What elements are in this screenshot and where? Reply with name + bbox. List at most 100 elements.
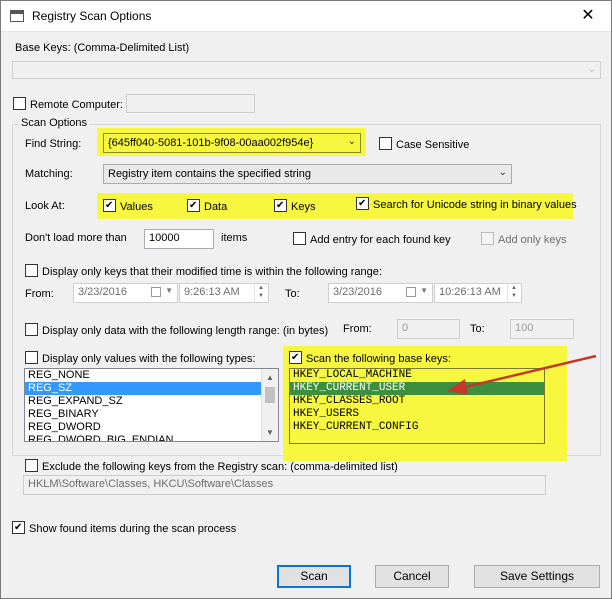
- from-time-value: 9:26:13 AM: [184, 286, 240, 298]
- annotation-arrow-head: [447, 379, 468, 395]
- cancel-button[interactable]: Cancel: [375, 565, 449, 588]
- matching-label: Matching:: [25, 168, 73, 180]
- to-date-picker[interactable]: 3/23/2016 ▼: [328, 283, 433, 303]
- value-type-item[interactable]: REG_SZ: [25, 382, 278, 395]
- time-range-label: Display only keys that their modified ti…: [42, 266, 382, 278]
- chevron-down-icon[interactable]: ⌄: [499, 167, 507, 178]
- exclude-checkbox[interactable]: [25, 459, 38, 472]
- add-only-keys-label: Add only keys: [498, 234, 567, 246]
- look-at-data-label: Data: [204, 201, 228, 213]
- value-types-listbox[interactable]: REG_NONE REG_SZ REG_EXPAND_SZ REG_BINARY REG…: [24, 368, 279, 442]
- scan-options-group-label: Scan Options: [19, 117, 90, 129]
- find-string-label: Find String:: [25, 138, 82, 150]
- chevron-down-icon[interactable]: ⌄: [348, 136, 356, 147]
- case-sensitive-label: Case Sensitive: [396, 139, 470, 151]
- show-found-label: Show found items during the scan process: [29, 523, 237, 535]
- title-bar: Registry Scan Options ✕: [1, 1, 611, 32]
- look-at-keys-checkbox-row[interactable]: Keys: [274, 199, 315, 213]
- base-key-item[interactable]: HKEY_USERS: [290, 408, 544, 421]
- remote-computer-input[interactable]: [126, 94, 255, 113]
- add-only-keys-checkbox[interactable]: [481, 232, 494, 245]
- registry-scan-options-window: Registry Scan Options ✕ Base Keys: (Comm…: [0, 0, 612, 599]
- look-at-values-checkbox[interactable]: [103, 199, 116, 212]
- length-from-input[interactable]: 0: [397, 319, 460, 339]
- look-at-keys-checkbox[interactable]: [274, 199, 287, 212]
- value-types-scrollbar[interactable]: ▲ ▼: [261, 369, 278, 441]
- scroll-down-icon[interactable]: ▼: [262, 424, 278, 441]
- value-type-item[interactable]: REG_NONE: [25, 369, 278, 382]
- spin-arrows-icon[interactable]: ▲ ▼: [507, 284, 520, 302]
- length-range-checkbox[interactable]: [25, 323, 38, 336]
- calendar-icon[interactable]: [406, 287, 416, 297]
- scan-base-keys-checkbox-row[interactable]: Scan the following base keys:: [289, 351, 451, 365]
- add-only-keys-checkbox-row[interactable]: Add only keys: [481, 232, 566, 246]
- find-string-combo[interactable]: {645ff040-5081-101b-9f08-00aa002f954e} ⌄: [103, 133, 361, 153]
- from-date-value: 3/23/2016: [78, 286, 127, 298]
- unicode-search-label: Search for Unicode string in binary valu…: [373, 199, 577, 211]
- remote-computer-checkbox[interactable]: [13, 97, 26, 110]
- save-settings-button[interactable]: Save Settings: [474, 565, 600, 588]
- to-date-value: 3/23/2016: [333, 286, 382, 298]
- value-type-item[interactable]: REG_BINARY: [25, 408, 278, 421]
- find-string-value: {645ff040-5081-101b-9f08-00aa002f954e}: [108, 137, 314, 149]
- remote-computer-checkbox-row[interactable]: Remote Computer:: [13, 97, 123, 111]
- look-at-data-checkbox-row[interactable]: Data: [187, 199, 227, 213]
- case-sensitive-checkbox[interactable]: [379, 137, 392, 150]
- value-type-item[interactable]: REG_DWORD: [25, 421, 278, 434]
- exclude-checkbox-row[interactable]: Exclude the following keys from the Regi…: [25, 459, 398, 473]
- unicode-search-checkbox[interactable]: [356, 197, 369, 210]
- base-keys-combo[interactable]: ⌄: [12, 61, 601, 79]
- matching-value: Registry item contains the specified str…: [108, 168, 311, 180]
- app-icon: [10, 10, 24, 22]
- add-entry-checkbox[interactable]: [293, 232, 306, 245]
- look-at-label: Look At:: [25, 200, 65, 212]
- value-type-item[interactable]: REG_EXPAND_SZ: [25, 395, 278, 408]
- exclude-keys-input[interactable]: HKLM\Software\Classes, HKCU\Software\Cla…: [23, 475, 546, 495]
- from-date-picker[interactable]: 3/23/2016 ▼: [73, 283, 178, 303]
- exclude-label: Exclude the following keys from the Regi…: [42, 461, 398, 473]
- look-at-values-checkbox-row[interactable]: Values: [103, 199, 153, 213]
- length-to-input[interactable]: 100: [510, 319, 574, 339]
- calendar-icon[interactable]: [151, 287, 161, 297]
- unicode-search-checkbox-row[interactable]: Search for Unicode string in binary valu…: [356, 197, 577, 211]
- value-types-checkbox[interactable]: [25, 351, 38, 364]
- max-items-input[interactable]: 10000: [144, 229, 214, 249]
- length-from-label: From:: [343, 323, 372, 335]
- show-found-checkbox[interactable]: [12, 521, 25, 534]
- look-at-data-checkbox[interactable]: [187, 199, 200, 212]
- scan-button[interactable]: Scan: [277, 565, 351, 588]
- length-to-label: To:: [470, 323, 485, 335]
- dont-load-label: Don't load more than: [25, 232, 127, 244]
- time-to-label: To:: [285, 288, 300, 300]
- scroll-up-icon[interactable]: ▲: [262, 369, 278, 386]
- matching-combo[interactable]: Registry item contains the specified str…: [103, 164, 512, 184]
- value-type-item[interactable]: REG_DWORD_BIG_ENDIAN: [25, 434, 278, 441]
- scroll-thumb[interactable]: [265, 387, 275, 403]
- add-entry-checkbox-row[interactable]: Add entry for each found key: [293, 232, 451, 246]
- chevron-down-icon[interactable]: ▼: [165, 286, 173, 295]
- close-icon[interactable]: ✕: [565, 1, 611, 31]
- case-sensitive-checkbox-row[interactable]: Case Sensitive: [379, 137, 469, 151]
- annotation-arrow: [447, 354, 597, 395]
- add-entry-label: Add entry for each found key: [310, 234, 451, 246]
- value-types-checkbox-row[interactable]: Display only values with the following t…: [25, 351, 255, 365]
- value-types-label: Display only values with the following t…: [42, 353, 256, 365]
- chevron-down-icon[interactable]: ⌄: [588, 64, 596, 75]
- look-at-values-label: Values: [120, 201, 153, 213]
- spin-arrows-icon[interactable]: ▲ ▼: [254, 284, 267, 302]
- base-key-item[interactable]: HKEY_CURRENT_CONFIG: [290, 421, 544, 434]
- time-range-checkbox-row[interactable]: Display only keys that their modified ti…: [25, 264, 382, 278]
- scan-base-keys-checkbox[interactable]: [289, 351, 302, 364]
- time-range-checkbox[interactable]: [25, 264, 38, 277]
- scan-base-keys-label: Scan the following base keys:: [306, 353, 451, 365]
- time-from-label: From:: [25, 288, 54, 300]
- show-found-checkbox-row[interactable]: Show found items during the scan process: [12, 521, 236, 535]
- base-keys-label: Base Keys: (Comma-Delimited List): [15, 42, 190, 54]
- to-time-picker[interactable]: 10:26:13 AM ▲ ▼: [434, 283, 522, 303]
- chevron-down-icon[interactable]: ▼: [420, 286, 428, 295]
- look-at-keys-label: Keys: [291, 201, 316, 213]
- items-label: items: [221, 232, 248, 244]
- length-range-checkbox-row[interactable]: Display only data with the following len…: [25, 323, 328, 337]
- from-time-picker[interactable]: 9:26:13 AM ▲ ▼: [179, 283, 269, 303]
- to-time-value: 10:26:13 AM: [439, 286, 501, 298]
